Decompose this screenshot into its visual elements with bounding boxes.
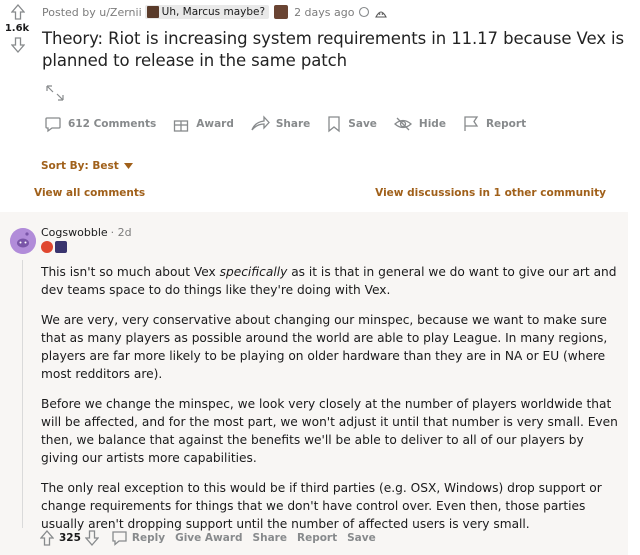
save-button[interactable]: Save xyxy=(326,115,377,133)
comment-actions: 325 Reply Give Award Share Report Save xyxy=(40,530,376,546)
share-label: Share xyxy=(275,118,311,130)
comment-save-button[interactable]: Save xyxy=(347,532,376,544)
eye-slash-icon xyxy=(393,117,412,131)
post-actions: 612 Comments Award Share Save Hide Repor… xyxy=(44,115,542,133)
expand-icon[interactable] xyxy=(45,84,65,102)
sort-dropdown[interactable]: Sort By: Best xyxy=(41,160,133,172)
comment-score: 325 xyxy=(59,532,81,544)
comment-author-row: Cogswobble · 2d xyxy=(41,226,132,239)
hide-label: Hide xyxy=(418,118,446,130)
flair-emote-icon xyxy=(274,5,289,19)
comment-paragraph: The only real exception to this would be… xyxy=(41,481,602,531)
posted-by[interactable]: Posted by u/Zernii xyxy=(42,6,142,19)
post-title[interactable]: Theory: Riot is increasing system requir… xyxy=(42,28,638,72)
comments-button[interactable]: 612 Comments xyxy=(44,115,156,133)
comment-time: · 2d xyxy=(110,226,132,239)
downvote-icon[interactable] xyxy=(11,37,25,53)
flag-icon xyxy=(464,116,479,131)
comment-report-button[interactable]: Report xyxy=(297,532,337,544)
report-button[interactable]: Report xyxy=(462,115,526,133)
reply-label: Reply xyxy=(131,532,166,544)
user-flair: Uh, Marcus maybe? xyxy=(144,5,270,19)
share-icon xyxy=(251,115,270,131)
bookmark-icon xyxy=(328,116,340,133)
give-award-button[interactable]: Give Award xyxy=(175,532,242,544)
view-all-comments-link[interactable]: View all comments xyxy=(34,187,145,199)
comment-author[interactable]: Cogswobble xyxy=(41,226,108,239)
snoo-avatar-icon xyxy=(10,228,36,254)
comment-upvote-icon[interactable] xyxy=(40,530,54,546)
user-flair-text: Uh, Marcus maybe? xyxy=(161,6,266,18)
comment-save-label: Save xyxy=(347,532,376,544)
post-vote-column: 1.6k xyxy=(4,4,30,53)
post-score: 1.6k xyxy=(4,23,30,34)
comment-paragraph: We are very, very conservative about cha… xyxy=(41,313,608,381)
award-button[interactable]: Award xyxy=(172,115,234,133)
caret-down-icon xyxy=(123,163,133,169)
gift-icon xyxy=(174,120,189,132)
comment-share-label: Share xyxy=(252,532,287,544)
comment-downvote-icon[interactable] xyxy=(84,530,99,546)
comment-icon xyxy=(45,117,61,133)
comment-body: This isn't so much about Vex specificall… xyxy=(41,263,621,545)
comment-text: This isn't so much about Vex xyxy=(41,265,220,279)
comments-label: 612 Comments xyxy=(68,118,157,130)
comment-paragraph: This isn't so much about Vex specificall… xyxy=(41,263,621,299)
riot-badge-icon xyxy=(41,241,53,253)
view-other-community-link[interactable]: View discussions in 1 other community xyxy=(375,187,606,199)
share-button[interactable]: Share xyxy=(250,115,310,133)
comment-report-label: Report xyxy=(296,532,338,544)
post: 1.6k Posted by u/Zernii Uh, Marcus maybe… xyxy=(0,0,640,210)
hide-button[interactable]: Hide xyxy=(393,115,446,133)
give-award-label: Give Award xyxy=(175,532,243,544)
post-meta: Posted by u/Zernii Uh, Marcus maybe? 2 d… xyxy=(42,5,388,19)
comment-share-button[interactable]: Share xyxy=(253,532,287,544)
vex-badge-icon xyxy=(55,241,67,253)
reply-icon xyxy=(112,531,127,546)
reply-button[interactable]: Reply xyxy=(111,530,165,546)
award-badge-icon xyxy=(358,6,370,18)
flair-image-icon xyxy=(146,6,159,18)
comment-emphasis: specifically xyxy=(219,265,288,279)
post-time: 2 days ago xyxy=(294,5,355,19)
save-label: Save xyxy=(348,118,377,130)
avatar[interactable] xyxy=(10,228,36,254)
comment-flair-badges xyxy=(41,241,67,253)
upvote-icon[interactable] xyxy=(11,4,25,20)
snoo-icon xyxy=(374,6,388,19)
award-label: Award xyxy=(196,118,234,130)
comment-paragraph: Before we change the minspec, we look ve… xyxy=(41,397,618,465)
thread-line[interactable] xyxy=(22,260,23,528)
report-label: Report xyxy=(485,118,527,130)
sort-label: Sort By: Best xyxy=(41,160,119,172)
